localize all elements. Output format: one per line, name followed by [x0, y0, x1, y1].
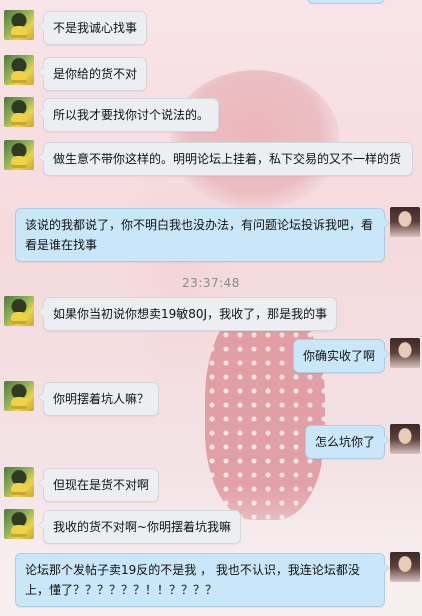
- received-message-bubble[interactable]: 做生意不带你这样的。明明论坛上挂着，私下交易的又不一样的货: [38, 142, 413, 176]
- contact-avatar[interactable]: [4, 55, 34, 85]
- sent-message-bubble[interactable]: 论坛那个发帖子卖19反的不是我 ， 我也不认识，我连论坛都没上，懂了？？？？？？…: [15, 553, 390, 607]
- contact-avatar[interactable]: [4, 140, 34, 170]
- received-message-bubble[interactable]: 不是我诚心找事: [37, 11, 148, 45]
- received-message-bubble[interactable]: 所以我才要找你讨个说法的。: [37, 98, 220, 132]
- sent-message-bubble[interactable]: 你确实收了啊: [292, 339, 391, 373]
- received-message-bubble[interactable]: 如果你当初说你想卖19敏80J，我收了，那是我的事: [37, 297, 338, 331]
- my-avatar[interactable]: [390, 207, 420, 237]
- previous-message-bubble-edge: [307, 0, 385, 4]
- sent-message-bubble[interactable]: 怎么坑你了: [304, 425, 391, 459]
- chat-message-list[interactable]: 不是我诚心找事 是你给的货不对 所以我才要找你讨个说法的。 做生意不带你这样的。…: [0, 0, 422, 616]
- received-message-bubble[interactable]: 但现在是货不对啊: [37, 468, 160, 502]
- contact-avatar[interactable]: [4, 296, 34, 326]
- contact-avatar[interactable]: [4, 97, 34, 127]
- my-avatar[interactable]: [390, 424, 420, 454]
- sent-message-bubble[interactable]: 该说的我都说了，你不明白我也没办法，有问题论坛投诉我吧，看看是谁在找事: [15, 208, 390, 262]
- received-message-bubble[interactable]: 我收的货不对啊~你明摆着坑我嘛: [37, 510, 242, 544]
- message-timestamp: 23:37:48: [182, 276, 240, 290]
- received-message-bubble[interactable]: 你明摆着坑人嘛？: [37, 382, 160, 416]
- my-avatar[interactable]: [390, 338, 420, 368]
- contact-avatar[interactable]: [4, 381, 34, 411]
- my-avatar[interactable]: [390, 552, 420, 582]
- received-message-bubble[interactable]: 是你给的货不对: [37, 57, 148, 91]
- contact-avatar[interactable]: [4, 10, 34, 40]
- contact-avatar[interactable]: [4, 509, 34, 539]
- contact-avatar[interactable]: [4, 467, 34, 497]
